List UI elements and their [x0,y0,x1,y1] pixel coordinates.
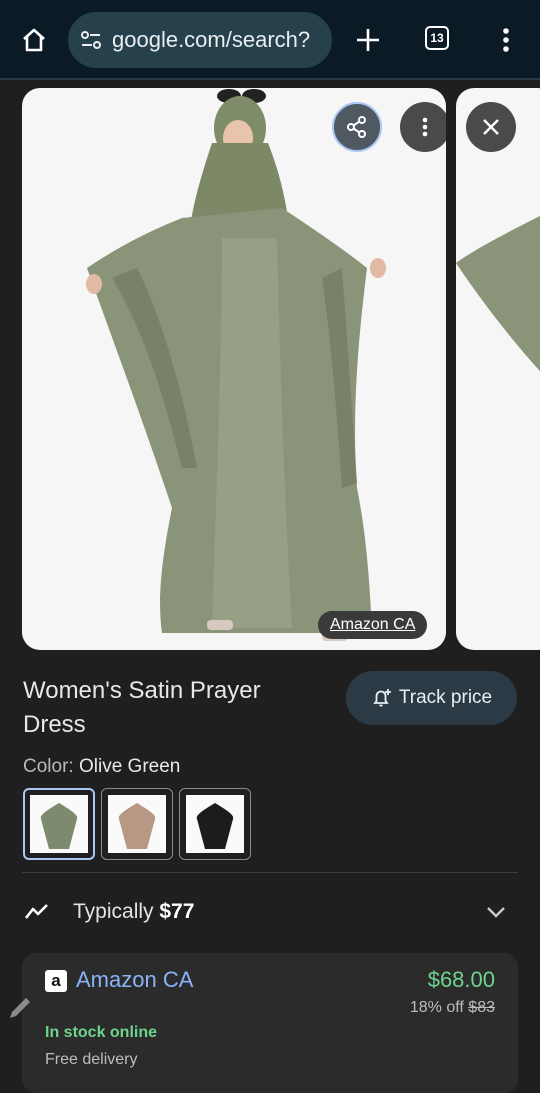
browser-toolbar: google.com/search? 13 [0,0,540,80]
pencil-icon[interactable] [6,992,36,1022]
more-menu-icon[interactable] [486,20,526,60]
close-icon [483,119,499,135]
amazon-logo-icon: a [45,970,67,992]
typical-price-value: $77 [159,900,195,923]
product-photo [86,89,386,641]
address-bar[interactable]: google.com/search? [68,12,332,68]
section-divider [22,872,518,873]
chevron-down-icon[interactable] [486,906,506,918]
track-price-button[interactable]: Track price [346,671,517,725]
typical-price-label: Typically [73,900,154,923]
color-value: Olive Green [78,756,181,777]
color-swatch-olive[interactable] [23,788,95,860]
share-button[interactable] [332,102,382,152]
home-icon[interactable] [14,20,54,60]
image-source-link[interactable]: Amazon CA [318,611,428,639]
close-button[interactable] [466,102,516,152]
vertical-dots-icon [422,117,428,137]
color-swatch-beige[interactable] [101,788,173,860]
stock-status: In stock online [45,1024,158,1041]
color-selection: Color: Olive Green [23,756,180,778]
product-image[interactable]: Amazon CA [22,88,446,650]
bell-plus-icon [373,689,391,707]
product-title: Women's Satin Prayer Dress [23,677,261,738]
color-swatch-black[interactable] [179,788,251,860]
track-price-label: Track price [398,687,493,708]
store-name[interactable]: Amazon CA [76,967,193,993]
url-text: google.com/search? [112,27,311,52]
trend-icon [24,904,48,919]
offer-price: $68.00 [427,967,495,992]
new-tab-icon[interactable] [348,20,388,60]
share-icon [347,116,366,138]
offer-discount: 18% off $83 [410,999,495,1017]
site-settings-icon[interactable] [80,29,102,51]
color-label: Color: [23,756,74,777]
discount-percent: 18% off [409,999,464,1016]
tab-switcher-button[interactable]: 13 [425,26,449,50]
offer-card[interactable]: a Amazon CA $68.00 18% off $83 In stock … [22,953,518,1093]
image-more-button[interactable] [400,102,446,152]
next-product-photo [456,216,540,372]
delivery-info: Free delivery [45,1051,138,1068]
next-product-image[interactable] [456,88,540,650]
original-price: $83 [468,999,495,1016]
typical-price: Typically $77 [73,900,194,924]
